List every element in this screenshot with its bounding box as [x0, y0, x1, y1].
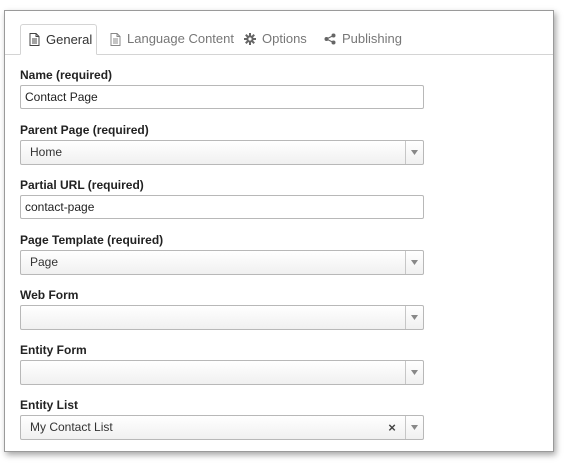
- page-template-select[interactable]: Page: [20, 250, 424, 275]
- clear-icon[interactable]: ×: [386, 416, 398, 439]
- partial-url-label: Partial URL (required): [20, 178, 144, 192]
- partial-url-input[interactable]: [20, 195, 424, 219]
- tab-publishing-label: Publishing: [342, 31, 402, 46]
- page-template-value: Page: [30, 255, 59, 269]
- web-form-select[interactable]: [20, 305, 424, 330]
- entity-form-select[interactable]: [20, 360, 424, 385]
- tab-language-content-label: Language Content: [127, 31, 234, 46]
- entity-form-label: Entity Form: [20, 343, 87, 357]
- parent-page-select[interactable]: Home: [20, 140, 424, 165]
- chevron-down-icon[interactable]: [405, 306, 423, 329]
- tab-language-content[interactable]: Language Content: [101, 24, 242, 54]
- tab-options[interactable]: Options: [236, 24, 315, 54]
- parent-page-label: Parent Page (required): [20, 123, 149, 137]
- entity-list-value: My Contact List: [30, 420, 113, 434]
- page-template-label: Page Template (required): [20, 233, 164, 247]
- name-label: Name (required): [20, 68, 113, 82]
- document-icon: [29, 33, 40, 47]
- tab-general-label: General: [46, 31, 93, 47]
- tab-publishing[interactable]: Publishing: [316, 24, 410, 54]
- tab-general[interactable]: General: [20, 24, 97, 55]
- chevron-down-icon[interactable]: [405, 361, 423, 384]
- entity-list-select[interactable]: My Contact List ×: [20, 415, 424, 440]
- tab-bar: General Language Content Options Publish…: [5, 11, 553, 55]
- chevron-down-icon[interactable]: [405, 251, 423, 274]
- web-form-label: Web Form: [20, 288, 79, 302]
- gear-icon: [244, 32, 256, 46]
- tab-options-label: Options: [262, 31, 307, 46]
- document-icon: [109, 32, 121, 46]
- name-input[interactable]: [20, 85, 424, 109]
- parent-page-value: Home: [30, 145, 63, 159]
- chevron-down-icon[interactable]: [405, 141, 423, 164]
- entity-list-label: Entity List: [20, 398, 79, 412]
- chevron-down-icon[interactable]: [405, 416, 423, 439]
- page-editor-panel: General Language Content Options Publish…: [4, 10, 554, 452]
- share-icon: [324, 32, 336, 46]
